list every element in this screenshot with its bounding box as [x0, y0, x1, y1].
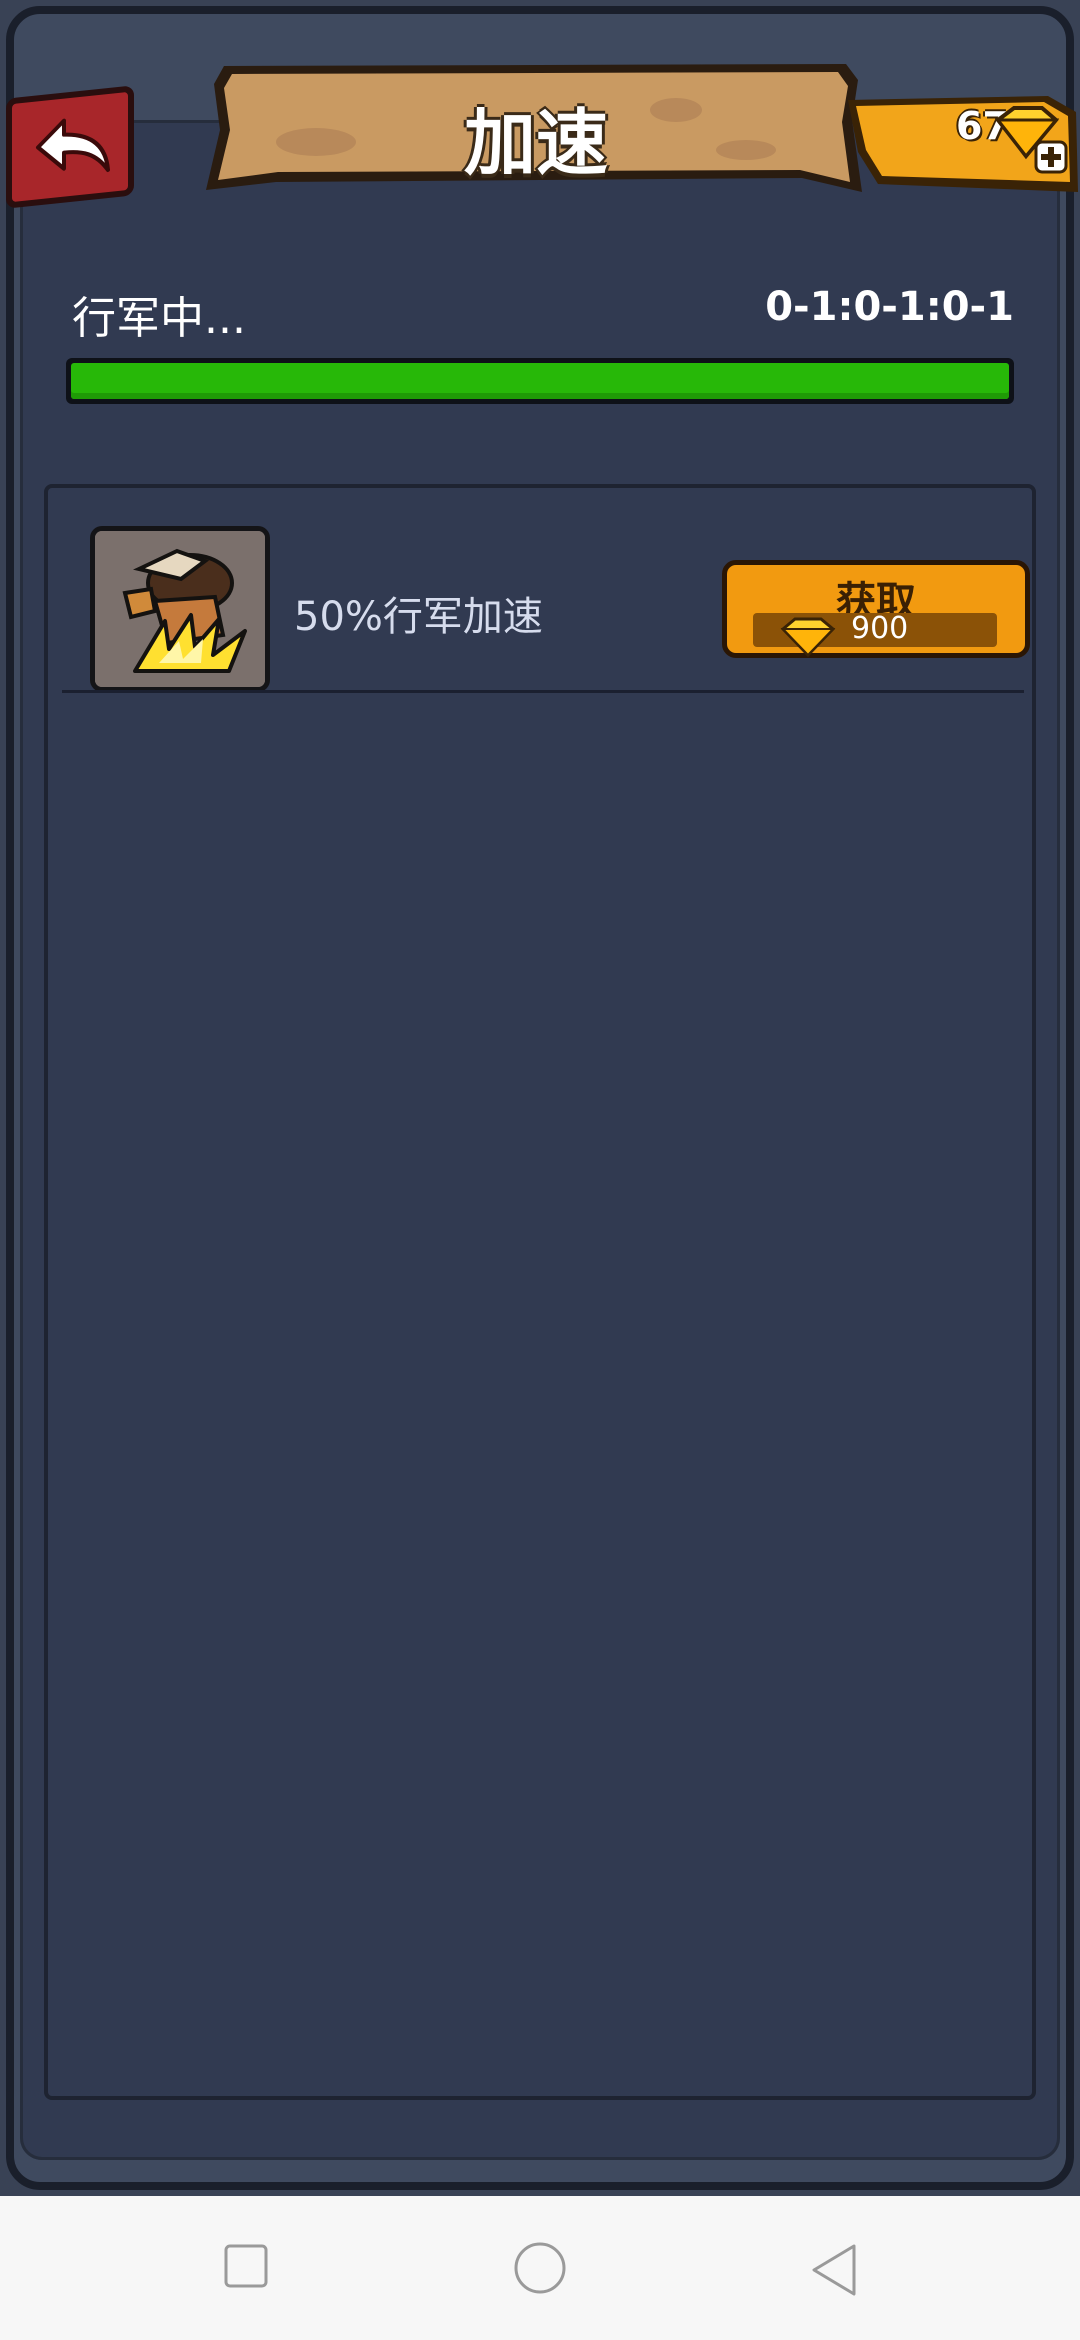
march-status-label: 行军中... [72, 293, 246, 344]
price-value: 900 [851, 611, 909, 646]
recent-apps-icon[interactable] [222, 2242, 270, 2290]
nav-back-icon[interactable] [808, 2242, 858, 2298]
speedup-march-icon [90, 526, 270, 692]
gem-plus-icon [994, 106, 1068, 174]
home-icon[interactable] [512, 2242, 568, 2298]
back-arrow-icon [36, 118, 110, 173]
speedup-list: 50%行军加速 获取 900 [44, 484, 1036, 2100]
title-banner: 加速 [206, 60, 866, 198]
item-divider [62, 690, 1024, 693]
get-button[interactable]: 获取 900 [722, 560, 1030, 658]
progress-fill [71, 363, 1009, 399]
march-progress-bar [66, 358, 1014, 404]
gem-icon [780, 617, 836, 657]
list-item: 50%行军加速 获取 900 [62, 504, 1030, 692]
item-label: 50%行军加速 [294, 594, 543, 640]
system-nav-bar [0, 2196, 1080, 2340]
gem-currency[interactable]: 67 [848, 92, 1080, 196]
march-timer: 0-1:0-1:0-1 [765, 284, 1014, 330]
back-button[interactable] [6, 85, 134, 209]
page-title: 加速 [463, 101, 608, 185]
